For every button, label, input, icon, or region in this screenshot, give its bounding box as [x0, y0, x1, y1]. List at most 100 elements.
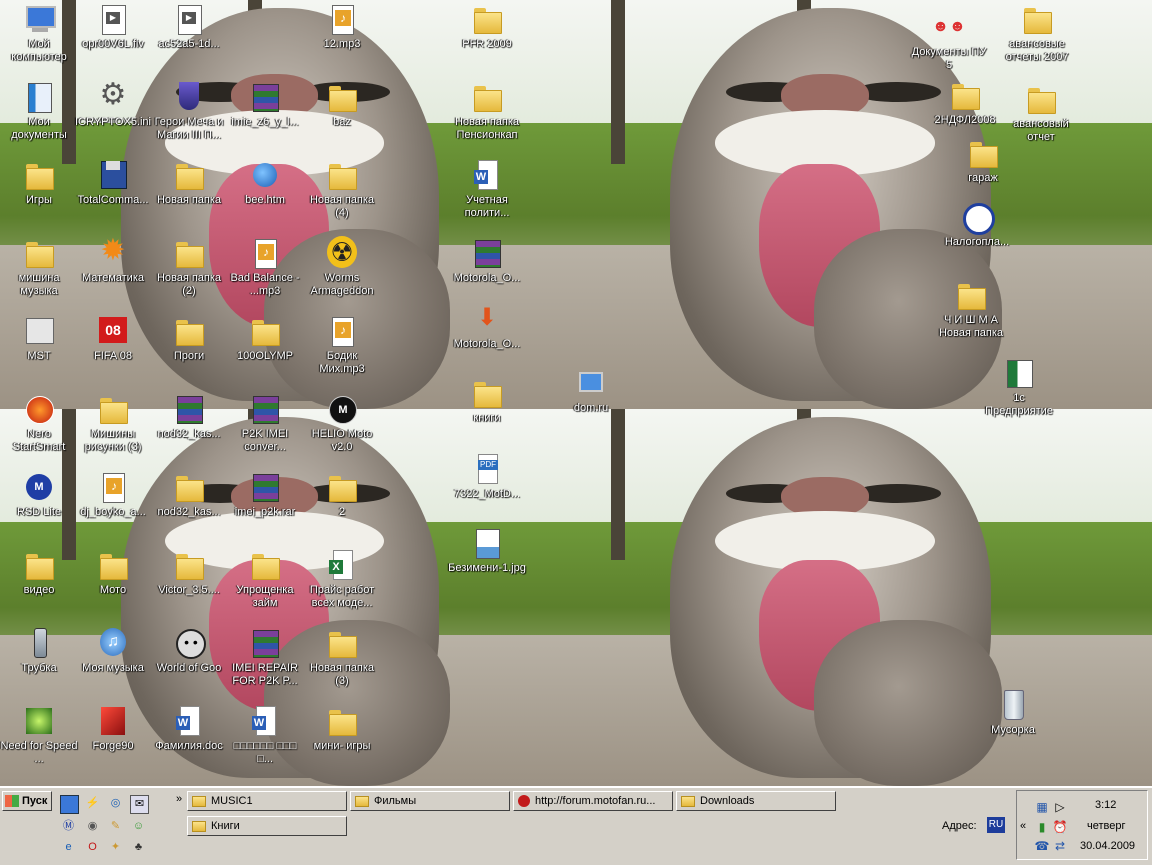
desktop-icon[interactable]: Проги — [150, 314, 228, 386]
desktop-icon[interactable]: Nero StartSmart — [0, 392, 78, 464]
desktop-icon[interactable]: Новая папка (4) — [303, 158, 381, 230]
desktop-icon[interactable]: bee.htm — [226, 158, 304, 230]
desktop-icon[interactable]: FIFA 08 — [74, 314, 152, 386]
desktop-icon[interactable]: Worms Armageddon — [303, 236, 381, 308]
desktop-icon[interactable]: Налогопла... — [938, 200, 1016, 272]
desktop-icon[interactable]: opr00V6L.flv — [74, 2, 152, 74]
desktop-icon[interactable]: TotalComma... — [74, 158, 152, 230]
desktop-icon[interactable]: Герои Меча и Магии III П... — [150, 80, 228, 152]
taskbar-button-downloads[interactable]: Downloads — [676, 791, 836, 811]
desktop-icon[interactable]: Motorola_O... — [448, 236, 526, 308]
desktop-icon[interactable]: авансовый отчет — [1002, 82, 1080, 154]
motorola-icon[interactable]: Ⓜ — [60, 818, 77, 835]
messenger-icon[interactable]: ☺ — [130, 818, 147, 835]
video-file-icon — [96, 2, 130, 36]
clock-date: 30.04.2009 — [1080, 840, 1136, 852]
desktop-icon[interactable]: Мото — [74, 548, 152, 620]
desktop-icon[interactable]: dj_boyko_a... — [74, 470, 152, 542]
tray-chevron[interactable]: « — [1020, 820, 1026, 832]
desktop-icon[interactable]: авансовые отчеты 2007 — [998, 2, 1076, 74]
mail-icon[interactable]: ✉ — [130, 795, 149, 814]
desktop-icon[interactable]: 7322_MotD... — [448, 452, 526, 524]
desktop-icon[interactable]: Мои документы — [0, 80, 78, 152]
desktop-icon[interactable]: ac52a5-1d... — [150, 2, 228, 74]
taskbar-button-films[interactable]: Фильмы — [350, 791, 510, 811]
desktop-icon[interactable]: Игры — [0, 158, 78, 230]
media-icon[interactable]: ◉ — [84, 818, 101, 835]
desktop-icon[interactable]: Новая папка Пенсионкап — [448, 80, 526, 152]
desktop-icon[interactable]: Мой компьютер — [0, 2, 78, 74]
desktop-icon[interactable]: IMEI REPAIR FOR P2K P... — [226, 626, 304, 698]
desktop-icon[interactable]: HELIO Moto v2.0 — [303, 392, 381, 464]
desktop-icon[interactable]: 12.mp3 — [303, 2, 381, 74]
ie-icon[interactable]: ◎ — [107, 795, 124, 812]
desktop-icon[interactable]: Мусорка — [974, 688, 1052, 760]
desktop-icon[interactable] — [60, 795, 79, 814]
desktop-icon[interactable]: World of Goo — [150, 626, 228, 698]
desktop-icon[interactable]: PFR 2009 — [448, 2, 526, 74]
signal-icon[interactable]: ▮ — [1034, 819, 1050, 835]
desktop-icon[interactable]: Учетная полити... — [448, 158, 526, 230]
desktop-icon[interactable]: Фамилия.doc — [150, 704, 228, 776]
desktop-icon[interactable]: nod32_kas... — [150, 392, 228, 464]
edit-icon[interactable]: ✎ — [107, 818, 124, 835]
desktop-icon[interactable]: nod32_kas... — [150, 470, 228, 542]
desktop-icon[interactable]: Документы ПУ 5 — [910, 10, 988, 82]
desktop-icon[interactable]: 1с Предприятие — [980, 356, 1058, 428]
desktop-icon[interactable]: baz — [303, 80, 381, 152]
phone-tray-icon[interactable]: ☎ — [1034, 838, 1050, 854]
desktop-icon[interactable]: Motorola_O... — [448, 302, 526, 374]
desktop-icon[interactable]: dom.ru — [552, 366, 630, 438]
desktop-icon[interactable]: Математика — [74, 234, 152, 308]
desktop-icon[interactable]: Need for Speed ... — [0, 704, 78, 776]
desktop-icon[interactable]: Упрощенка займ — [226, 548, 304, 620]
desktop[interactable]: Мой компьютер Мои документы Игры мишина … — [0, 0, 1152, 786]
desktop-icon[interactable]: □□□□□□ □□□ □... — [226, 704, 304, 776]
start-button[interactable]: Пуск — [2, 791, 52, 811]
winamp-icon[interactable]: ⚡ — [84, 795, 101, 812]
play-icon[interactable]: ▷ — [1052, 799, 1068, 815]
ie-icon[interactable]: e — [60, 839, 77, 856]
opera-icon[interactable]: O — [84, 839, 101, 856]
folder-icon — [325, 80, 359, 114]
desktop-icon[interactable]: P2K IMEI conver... — [226, 392, 304, 464]
taskbar-button-books[interactable]: Книги — [187, 816, 347, 836]
desktop-icon[interactable]: Bad Balance - ...mp3 — [226, 236, 304, 308]
desktop-icon[interactable]: Прайс работ всех моде... — [303, 548, 381, 620]
icon-label: Мишины рисунки (3) — [84, 428, 142, 453]
desktop-icon[interactable]: imie_z6_y_l... — [226, 80, 304, 152]
taskbar-button-music1[interactable]: MUSIC1 — [187, 791, 347, 811]
desktop-icon[interactable]: 100OLYMP — [226, 314, 304, 386]
folder-icon — [681, 795, 695, 807]
desktop-icon[interactable]: Victor_3.5.... — [150, 548, 228, 620]
desktop-icon[interactable]: Новая папка (2) — [150, 236, 228, 308]
taskbar-button-browser[interactable]: http://forum.motofan.ru... — [513, 791, 673, 811]
desktop-icon[interactable]: Безимени-1.jpg — [448, 526, 526, 598]
connection-icon[interactable]: ⇄ — [1052, 838, 1068, 854]
desktop-icon[interactable]: Ч И Ш М А Новая папка — [932, 278, 1010, 350]
desktop-icon[interactable]: Бодик Мих.mp3 — [303, 314, 381, 386]
desktop-icon[interactable]: Новая папка (3) — [303, 626, 381, 698]
clock-time[interactable]: 3:12 — [1095, 799, 1116, 811]
desktop-icon[interactable]: ICRYPTOX5.ini — [74, 78, 152, 152]
desktop-icon[interactable]: книги — [448, 376, 526, 448]
desktop-icon[interactable]: Моя музыка — [74, 626, 152, 698]
desktop-icon[interactable]: Мишины рисунки (3) — [74, 392, 152, 464]
desktop-icon[interactable]: Новая папка — [150, 158, 228, 230]
desktop-icon[interactable]: мини- игры — [303, 704, 381, 776]
tool-icon[interactable]: ✦ — [107, 839, 124, 856]
alarm-icon[interactable]: ⏰ — [1052, 819, 1068, 835]
desktop-icon[interactable]: MST — [0, 314, 78, 386]
language-indicator[interactable]: RU — [987, 817, 1005, 833]
game-icon[interactable]: ♣ — [130, 839, 147, 856]
desktop-icon[interactable]: Трубка — [0, 626, 78, 698]
desktop-icon[interactable]: видео — [0, 548, 78, 620]
settings-file-icon — [96, 78, 130, 114]
quicklaunch-chevron[interactable]: » — [176, 793, 182, 805]
desktop-icon[interactable]: мишина музыка — [0, 236, 78, 308]
desktop-icon[interactable]: imei_p2k.rar — [226, 470, 304, 542]
desktop-icon[interactable]: RSD Lite — [0, 470, 78, 542]
network-icon[interactable]: ▦ — [1034, 799, 1050, 815]
desktop-icon[interactable]: Forge90 — [74, 704, 152, 776]
desktop-icon[interactable]: 2 — [303, 470, 381, 542]
